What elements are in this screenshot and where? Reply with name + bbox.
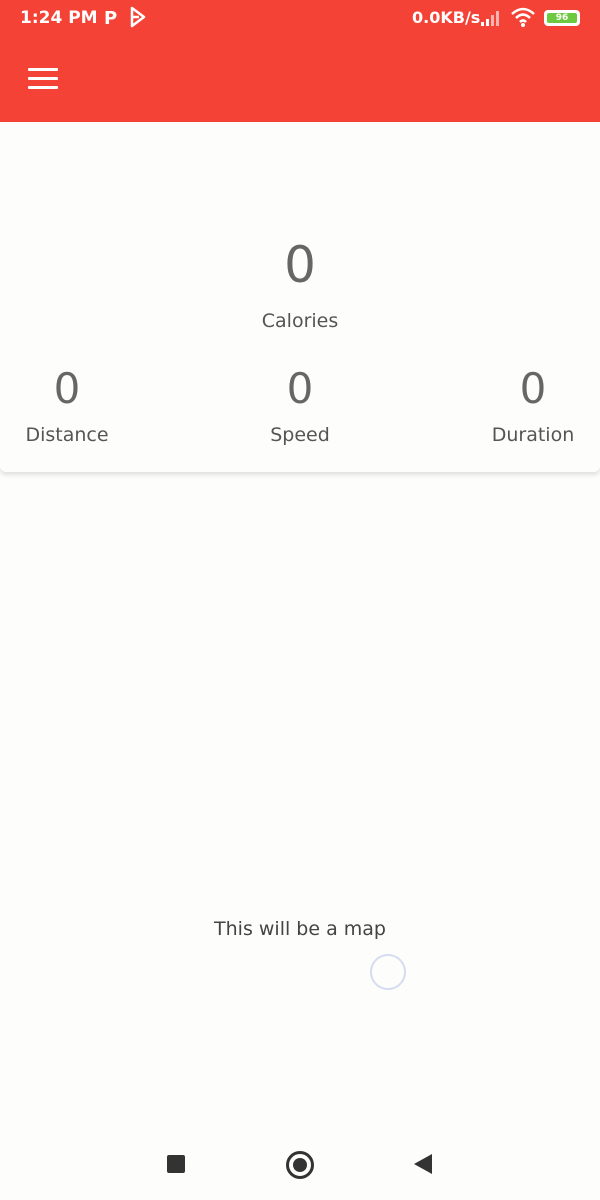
system-nav-bar [0,1130,600,1200]
map-placeholder-text: This will be a map [214,918,386,940]
distance-stat: 0 Distance [12,364,122,447]
hamburger-menu-icon[interactable] [28,68,58,90]
distance-value: 0 [53,364,81,413]
status-time: 1:24 PM [20,8,98,28]
app-bar: 1:24 PM P 0.0KB/s 96 [0,0,600,122]
speed-value: 0 [286,364,314,413]
recent-apps-icon[interactable] [167,1155,185,1173]
duration-stat: 0 Duration [478,364,588,447]
duration-label: Duration [491,424,575,446]
network-speed: 0.0KB/s [412,8,481,27]
distance-label: Distance [25,424,109,446]
battery-level: 96 [547,13,577,23]
status-bar: 1:24 PM P 0.0KB/s 96 [0,0,600,38]
battery-icon: 96 [544,10,580,26]
play-store-icon [130,6,146,28]
wifi-icon [511,7,535,27]
back-icon[interactable] [414,1154,432,1174]
calories-label: Calories [261,310,339,332]
stats-card: 0 Calories 0 Distance 0 Speed 0 Duration [0,122,600,472]
calories-stat: 0 Calories [200,240,400,332]
calories-value: 0 [284,236,316,294]
speed-label: Speed [270,424,330,446]
speed-stat: 0 Speed [245,364,355,447]
notification-p-icon: P [104,8,118,29]
loading-spinner-icon [370,954,406,990]
home-icon[interactable] [286,1151,314,1179]
duration-value: 0 [519,364,547,413]
signal-icon [481,11,499,26]
